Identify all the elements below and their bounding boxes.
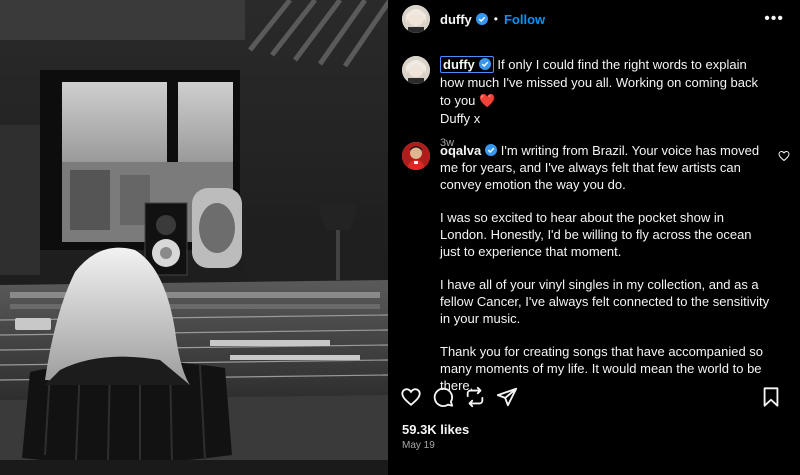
caption-username[interactable]: duffy (440, 56, 494, 73)
instagram-post-view: duffy • Follow ••• duffy If only I could… (0, 0, 800, 475)
post-action-bar (388, 386, 800, 412)
avatar-image (402, 5, 430, 33)
post-header: duffy • Follow ••• (388, 0, 800, 38)
avatar-image (402, 56, 430, 84)
post-caption: duffy If only I could find the right wor… (388, 56, 800, 152)
post-date[interactable]: May 19 (402, 440, 435, 451)
comment-paragraph: I was so excited to hear about the pocke… (440, 210, 752, 259)
caption-text-block: duffy If only I could find the right wor… (440, 56, 770, 152)
likes-count[interactable]: 59.3K likes (402, 422, 469, 437)
post-sidebar: duffy • Follow ••• duffy If only I could… (388, 0, 800, 475)
commenter-avatar[interactable] (402, 142, 430, 170)
bookmark-icon[interactable] (760, 386, 782, 408)
red-heart-emoji: ❤️ (479, 93, 496, 108)
verified-badge-icon (478, 58, 491, 70)
comment-item: oqalva I'm writing from Brazil. Your voi… (388, 142, 800, 410)
verified-badge-icon (475, 13, 488, 25)
heart-icon[interactable] (400, 386, 422, 408)
post-image[interactable] (0, 0, 388, 475)
repost-icon[interactable] (464, 386, 486, 408)
commenter-username[interactable]: oqalva (440, 143, 481, 158)
comment-text-block: oqalva I'm writing from Brazil. Your voi… (440, 142, 770, 410)
share-icon[interactable] (496, 386, 518, 408)
more-options-icon[interactable]: ••• (764, 10, 784, 28)
caption-signature: Duffy x (440, 111, 481, 126)
avatar-image (402, 142, 430, 170)
comment-icon[interactable] (432, 386, 454, 408)
author-avatar[interactable] (402, 5, 430, 33)
caption-author-avatar[interactable] (402, 56, 430, 84)
comment-paragraph: I have all of your vinyl singles in my c… (440, 277, 770, 326)
author-username[interactable]: duffy (440, 12, 472, 27)
separator-dot: • (493, 12, 498, 26)
comment-like-heart-icon[interactable] (778, 150, 790, 162)
follow-button[interactable]: Follow (504, 12, 545, 27)
studio-photo (0, 0, 388, 475)
verified-badge-icon (485, 144, 498, 156)
